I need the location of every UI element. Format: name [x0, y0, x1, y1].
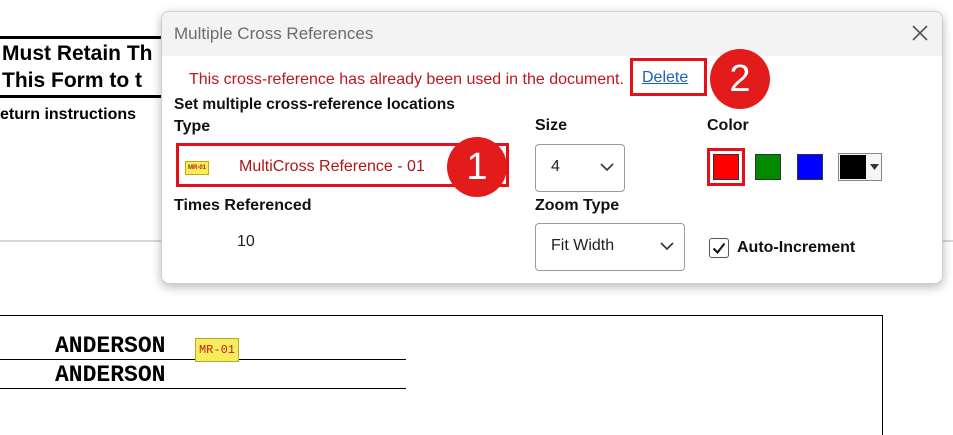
black-swatch [840, 155, 866, 179]
size-label: Size [535, 117, 568, 134]
zoom-type-label: Zoom Type [535, 197, 620, 214]
close-icon [912, 25, 928, 41]
zoom-type-value: Fit Width [551, 237, 615, 254]
type-label: Type [174, 118, 211, 135]
times-referenced-value: 10 [237, 233, 255, 250]
dialog-title: Multiple Cross References [174, 24, 374, 43]
document-name-field-1: ANDERSON [55, 333, 166, 359]
type-tag-icon: MR-01 [185, 161, 209, 175]
color-swatch-red-selected[interactable] [707, 148, 745, 186]
chevron-down-icon [660, 242, 674, 251]
color-swatch-blue[interactable] [797, 154, 823, 180]
document-heading-block: Must Retain Th This Form to t [0, 36, 175, 98]
checkmark-icon [712, 242, 726, 255]
size-dropdown[interactable]: 4 [535, 144, 625, 192]
document-heading-line1: Must Retain Th [2, 42, 153, 65]
document-heading-line2: This Form to t [2, 69, 142, 92]
delete-highlight: Delete [630, 58, 707, 96]
warning-message: This cross-reference has already been us… [189, 71, 624, 88]
dropdown-arrow-icon [870, 164, 879, 170]
section-label: Set multiple cross-reference locations [174, 96, 455, 113]
color-label: Color [707, 117, 749, 134]
cross-reference-tag[interactable]: MR-01 [195, 338, 239, 362]
annotation-badge-1: 1 [447, 137, 507, 197]
times-referenced-label: Times Referenced [174, 197, 312, 214]
zoom-type-dropdown[interactable]: Fit Width [535, 223, 685, 271]
close-button[interactable] [908, 21, 932, 45]
multiple-cross-references-dialog: Multiple Cross References This cross-ref… [161, 11, 943, 284]
document-instructions-text: eturn instructions [0, 106, 137, 123]
dialog-titlebar: Multiple Cross References [162, 12, 942, 56]
red-swatch [713, 154, 739, 180]
type-value: MultiCross Reference - 01 [239, 158, 425, 175]
document-underline-2 [0, 388, 406, 389]
auto-increment-checkbox[interactable] [709, 238, 729, 258]
chevron-down-icon [600, 163, 614, 172]
delete-link[interactable]: Delete [642, 69, 688, 87]
color-picker-dropdown[interactable] [838, 153, 882, 181]
color-swatch-green[interactable] [755, 154, 781, 180]
size-value: 4 [551, 158, 560, 175]
document-name-field-2: ANDERSON [55, 362, 166, 388]
annotation-badge-2: 2 [710, 49, 770, 109]
auto-increment-label[interactable]: Auto-Increment [737, 239, 855, 257]
